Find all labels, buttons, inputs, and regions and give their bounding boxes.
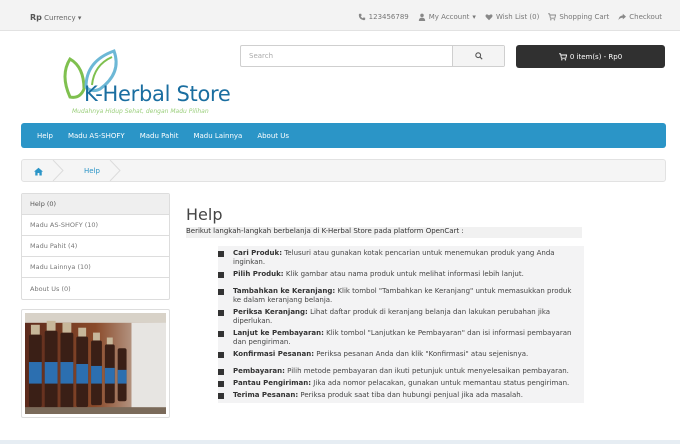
step-term: Pembayaran:	[233, 367, 285, 375]
search-input[interactable]	[241, 46, 453, 66]
my-account-label: My Account	[428, 13, 470, 21]
sidebar-item-madu-pahit[interactable]: Madu Pahit (4)	[22, 236, 169, 257]
search-button[interactable]	[452, 46, 504, 66]
share-icon	[618, 13, 627, 21]
step-text: Telusuri atau gunakan kotak pencarian un…	[233, 249, 555, 266]
store-logo[interactable]: K-Herbal Store Mudahnya Hidup Sehat, den…	[48, 45, 238, 125]
step-term: Pilih Produk:	[233, 270, 284, 278]
honey-bottles-image	[25, 313, 166, 414]
nav-item-madu-lainnya[interactable]: Madu Lainnya	[193, 132, 242, 140]
list-item: Tambahkan ke Keranjang: Klik tombol "Tam…	[218, 287, 580, 305]
breadcrumb-separator	[52, 160, 64, 181]
bullet-icon	[218, 393, 224, 399]
breadcrumb-current[interactable]: Help	[84, 167, 100, 175]
cart-label: 0 item(s) - Rp0	[569, 52, 623, 61]
bullet-icon	[218, 369, 224, 375]
breadcrumb-separator	[109, 160, 121, 181]
list-item: Lanjut ke Pembayaran: Klik tombol "Lanju…	[218, 329, 580, 347]
top-links: 123456789 My Account ▾ Wish List (0) Sho…	[358, 13, 662, 21]
steps-list: Cari Produk: Telusuri atau gunakan kotak…	[218, 246, 584, 403]
step-term: Periksa Keranjang:	[233, 308, 308, 316]
step-term: Terima Pesanan:	[233, 391, 299, 399]
breadcrumb-home[interactable]	[34, 167, 43, 178]
checkout-label: Checkout	[629, 13, 662, 21]
bullet-icon	[218, 310, 224, 316]
step-term: Lanjut ke Pembayaran:	[233, 329, 324, 337]
caret-down-icon: ▾	[472, 13, 476, 21]
logo-title: K-Herbal Store	[84, 82, 231, 106]
nav-item-about-us[interactable]: About Us	[257, 132, 289, 140]
user-icon	[418, 13, 425, 21]
wish-list-link[interactable]: Wish List (0)	[485, 13, 539, 21]
step-term: Cari Produk:	[233, 249, 282, 257]
category-sidebar: Help (0) Madu AS-SHOFY (10) Madu Pahit (…	[21, 193, 170, 300]
cart-button[interactable]: 0 item(s) - Rp0	[516, 45, 665, 68]
bullet-icon	[218, 331, 224, 337]
sidebar-item-help[interactable]: Help (0)	[22, 194, 169, 215]
currency-label: Currency	[44, 14, 76, 22]
logo-tagline: Mudahnya Hidup Sehat, dengan Madu Piliha…	[72, 108, 209, 115]
shopping-cart-link[interactable]: Shopping Cart	[548, 13, 609, 21]
cart-icon	[548, 13, 557, 21]
currency-dropdown[interactable]: Rp Currency ▾	[30, 13, 81, 22]
nav-item-help[interactable]: Help	[37, 132, 53, 140]
cart-icon	[558, 52, 567, 61]
footer-divider	[0, 440, 680, 444]
heart-icon	[485, 14, 493, 21]
nav-item-madu-as-shofy[interactable]: Madu AS-SHOFY	[68, 132, 125, 140]
phone-link[interactable]: 123456789	[358, 13, 409, 21]
caret-down-icon: ▾	[77, 14, 82, 22]
list-item: Pantau Pengiriman: Jika ada nomor pelaca…	[218, 379, 580, 388]
bullet-icon	[218, 272, 224, 278]
top-bar: Rp Currency ▾ 123456789 My Account ▾ Wis…	[0, 0, 680, 31]
phone-number: 123456789	[368, 13, 409, 21]
list-item: Periksa Keranjang: Lihat daftar produk d…	[218, 308, 580, 326]
bullet-icon	[218, 251, 224, 257]
step-text: Periksa pesanan Anda dan klik "Konfirmas…	[314, 350, 529, 358]
currency-symbol: Rp	[30, 13, 42, 22]
honey-bottles-banner[interactable]	[21, 309, 170, 418]
step-term: Pantau Pengiriman:	[233, 379, 312, 387]
step-term: Konfirmasi Pesanan:	[233, 350, 315, 358]
list-item: Cari Produk: Telusuri atau gunakan kotak…	[218, 249, 580, 267]
list-item: Pilih Produk: Klik gambar atau nama prod…	[218, 270, 580, 279]
wish-list-label: Wish List (0)	[495, 13, 540, 21]
my-account-link[interactable]: My Account ▾	[418, 13, 476, 21]
step-text: Jika ada nomor pelacakan, gunakan untuk …	[311, 379, 570, 387]
shopping-cart-label: Shopping Cart	[559, 13, 610, 21]
nav-item-madu-pahit[interactable]: Madu Pahit	[140, 132, 179, 140]
search-icon	[474, 52, 483, 60]
bullet-icon	[218, 381, 224, 387]
search-box	[240, 45, 505, 67]
list-item: Pembayaran: Pilih metode pembayaran dan …	[218, 367, 580, 376]
step-text: Pilih metode pembayaran dan ikuti petunj…	[284, 367, 569, 375]
bullet-icon	[218, 352, 224, 358]
sidebar-item-about-us[interactable]: About Us (0)	[22, 278, 169, 299]
sidebar-item-madu-as-shofy[interactable]: Madu AS-SHOFY (10)	[22, 215, 169, 236]
intro-text: Berikut langkah-langkah berbelanja di K-…	[186, 227, 582, 238]
page-title: Help	[186, 205, 223, 224]
breadcrumb: Help	[21, 159, 666, 182]
phone-icon	[358, 13, 365, 21]
step-text: Klik gambar atau nama produk untuk melih…	[283, 270, 524, 278]
sidebar-item-madu-lainnya[interactable]: Madu Lainnya (10)	[22, 257, 169, 278]
step-text: Periksa produk saat tiba dan hubungi pen…	[298, 391, 523, 399]
list-item: Terima Pesanan: Periksa produk saat tiba…	[218, 391, 580, 400]
bullet-icon	[218, 289, 224, 295]
checkout-link[interactable]: Checkout	[618, 13, 662, 21]
step-term: Tambahkan ke Keranjang:	[233, 287, 336, 295]
main-nav: Help Madu AS-SHOFY Madu Pahit Madu Lainn…	[21, 123, 666, 148]
list-item: Konfirmasi Pesanan: Periksa pesanan Anda…	[218, 350, 580, 359]
home-icon	[34, 167, 43, 176]
